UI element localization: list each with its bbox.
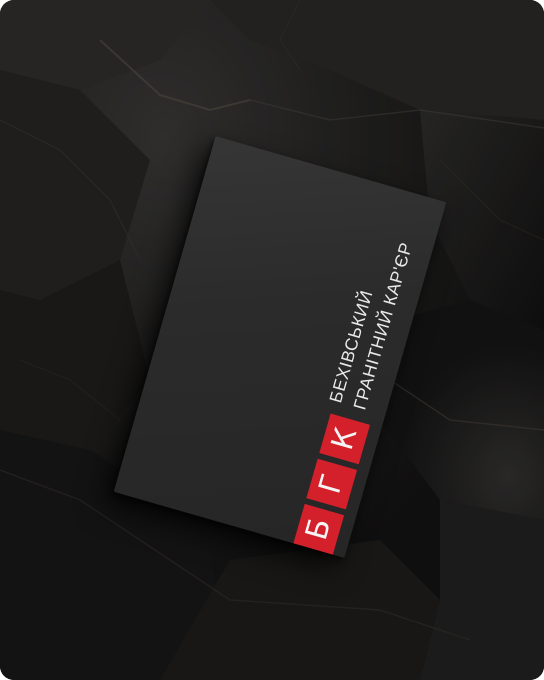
photo-frame: Б Г К БЕХІВСЬКИЙ ГРАНІТНИЙ КАР'ЄР — [0, 0, 544, 680]
